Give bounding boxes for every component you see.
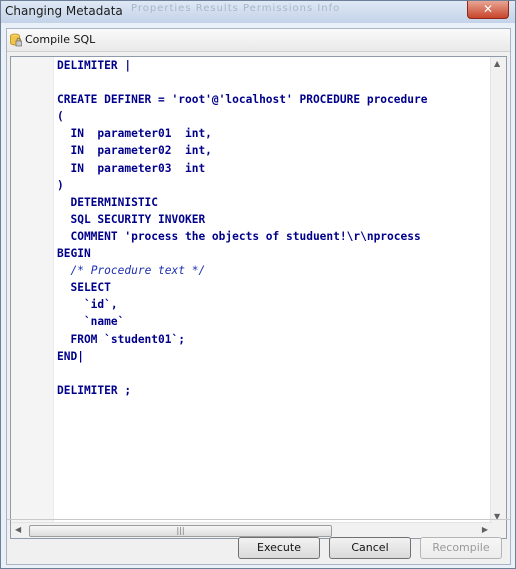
- execute-button[interactable]: Execute: [238, 537, 320, 559]
- code-line: /* Procedure text */: [57, 262, 490, 279]
- code-token: DETERMINISTIC: [57, 195, 159, 209]
- cancel-label: Cancel: [351, 541, 389, 554]
- code-area[interactable]: DELIMITER | CREATE DEFINER = 'root'@'loc…: [57, 57, 490, 522]
- code-line: DELIMITER |: [57, 57, 490, 74]
- dialog-window: Changing Metadata Properties Results Per…: [0, 0, 516, 569]
- window-title: Changing Metadata: [5, 4, 123, 18]
- code-token: ): [57, 178, 64, 192]
- scroll-right-icon[interactable]: ▶: [482, 525, 488, 534]
- code-line: COMMENT 'process the objects of studuent…: [57, 228, 490, 245]
- code-line: ): [57, 177, 490, 194]
- code-line: FROM `student01`;: [57, 331, 490, 348]
- title-bar[interactable]: Changing Metadata Properties Results Per…: [1, 1, 515, 23]
- code-line: BEGIN: [57, 245, 490, 262]
- code-line: `name`: [57, 313, 490, 330]
- footer-divider: [7, 519, 510, 520]
- code-token: SELECT: [57, 281, 111, 295]
- code-line: (: [57, 108, 490, 125]
- code-line: `id`,: [57, 296, 490, 313]
- toolbar: Compile SQL: [7, 29, 510, 52]
- code-token: DELIMITER ;: [57, 383, 132, 397]
- code-line: DELIMITER ;: [57, 382, 490, 399]
- code-token: FROM `student01`;: [57, 332, 185, 346]
- code-comment: /* Procedure text */: [70, 264, 206, 278]
- close-button[interactable]: ✕: [467, 1, 509, 19]
- background-tabs: Properties Results Permissions Info: [131, 3, 341, 14]
- code-token: CREATE DEFINER = 'root'@'localhost' PROC…: [57, 93, 428, 107]
- editor-gutter: [11, 57, 54, 523]
- code-token: SQL SECURITY INVOKER: [57, 212, 206, 226]
- code-line: DETERMINISTIC: [57, 194, 490, 211]
- code-line: CREATE DEFINER = 'root'@'localhost' PROC…: [57, 91, 490, 108]
- recompile-button[interactable]: Recompile: [420, 537, 502, 559]
- recompile-label: Recompile: [432, 541, 490, 554]
- code-line: IN parameter01 int,: [57, 125, 490, 142]
- code-line: IN parameter03 int: [57, 160, 490, 177]
- code-token: DELIMITER |: [57, 59, 132, 72]
- code-token: COMMENT 'process the objects of studuent…: [57, 229, 421, 243]
- execute-label: Execute: [257, 541, 301, 554]
- horizontal-scrollbar[interactable]: ◀ ||| ▶: [11, 522, 492, 538]
- vertical-scrollbar[interactable]: ▲ ▼: [490, 57, 506, 523]
- code-line: SELECT: [57, 279, 490, 296]
- code-token: IN parameter01 int,: [57, 127, 212, 141]
- code-line: IN parameter02 int,: [57, 142, 490, 159]
- horizontal-scroll-thumb[interactable]: |||: [29, 525, 332, 537]
- database-lock-icon: [10, 33, 22, 47]
- code-token: `name`: [57, 315, 125, 329]
- cancel-button[interactable]: Cancel: [329, 537, 411, 559]
- code-token: (: [57, 110, 64, 124]
- scroll-left-icon[interactable]: ◀: [15, 525, 21, 534]
- code-line: SQL SECURITY INVOKER: [57, 211, 490, 228]
- sql-editor[interactable]: DELIMITER | CREATE DEFINER = 'root'@'loc…: [10, 56, 507, 539]
- code-token: IN parameter03 int: [57, 161, 206, 175]
- dialog-content: Compile SQL DELIMITER | CREATE DEFINER =…: [6, 28, 511, 565]
- scroll-up-icon[interactable]: ▲: [494, 59, 500, 68]
- compile-sql-label: Compile SQL: [25, 33, 96, 46]
- code-token: BEGIN: [57, 247, 91, 261]
- scroll-corner: [491, 523, 506, 538]
- code-token: IN parameter02 int,: [57, 144, 212, 158]
- code-token: END|: [57, 349, 84, 363]
- code-line: END|: [57, 348, 490, 365]
- code-token: `id`,: [57, 298, 118, 312]
- close-icon: ✕: [482, 2, 494, 16]
- compile-sql-button[interactable]: Compile SQL: [10, 31, 95, 48]
